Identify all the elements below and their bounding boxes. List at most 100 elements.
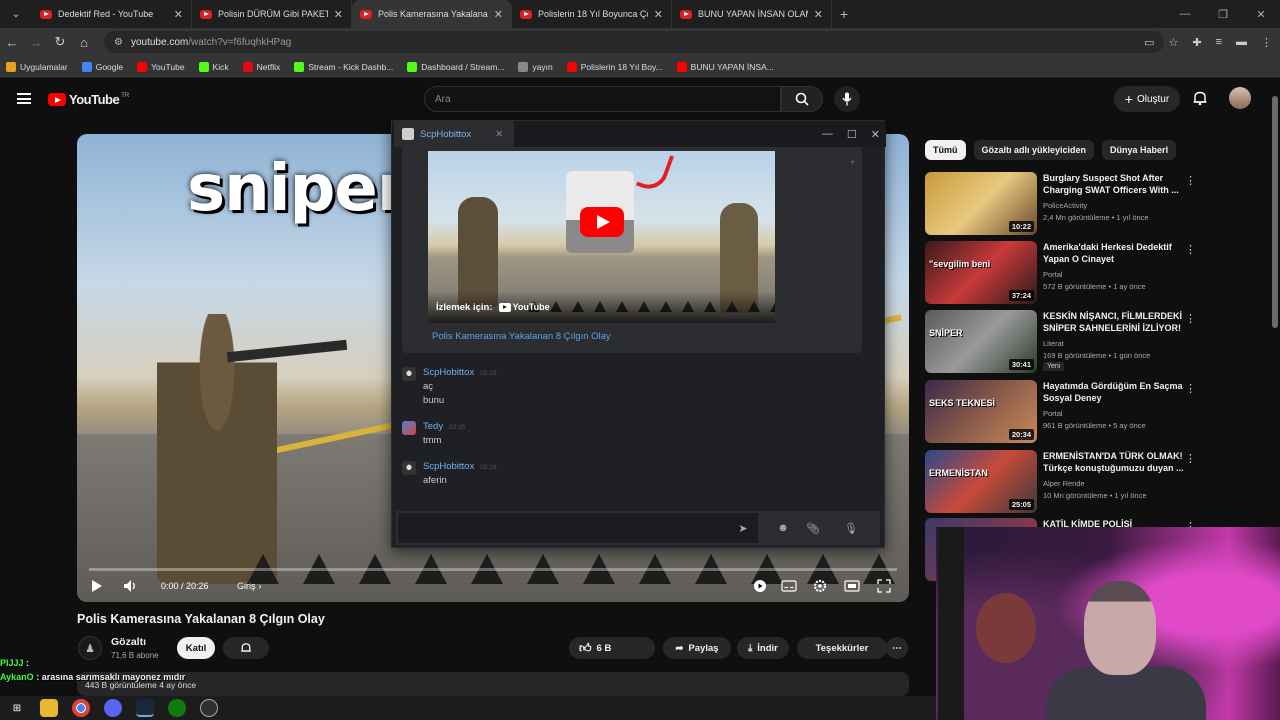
filter-chip[interactable]: Gözaltı adlı yükleyiciden	[973, 140, 1095, 160]
recommendation-channel[interactable]: PoliceActivity	[1043, 201, 1087, 210]
autoplay-toggle[interactable]	[753, 578, 767, 594]
new-tab-button[interactable]: +	[840, 6, 848, 22]
watch-on-youtube[interactable]: İzlemek için: YouTube	[428, 291, 775, 323]
browser-tab[interactable]: Polis Kamerasına Yakalanan 8 Ç ✕	[352, 0, 512, 28]
restore-icon[interactable]: ❐	[1204, 8, 1242, 21]
more-actions-button[interactable]: ⋯	[886, 637, 908, 659]
recommendation-channel[interactable]: Alper Rende	[1043, 479, 1085, 488]
message-author[interactable]: ScpHobittox 02:15	[423, 367, 497, 378]
tab-close-icon[interactable]: ✕	[814, 8, 823, 21]
account-avatar[interactable]	[1229, 87, 1251, 109]
video-progress-bar[interactable]	[89, 568, 897, 571]
home-icon[interactable]: ⌂	[72, 35, 96, 50]
bookmark-item[interactable]: Netflix	[242, 61, 280, 72]
channel-avatar[interactable]: ♟	[78, 636, 102, 660]
recommendation-channel[interactable]: Portal	[1043, 409, 1063, 418]
bookmark-item[interactable]: Stream - Kick Dashb...	[294, 61, 393, 72]
recommendation-title[interactable]: ERMENİSTAN'DA TÜRK OLMAK! Türkçe konuştu…	[1043, 450, 1185, 474]
recommendation-channel[interactable]: Portal	[1043, 270, 1063, 279]
recommendation-thumbnail[interactable]: 10:22	[925, 172, 1037, 235]
recommendation-item[interactable]: SEKS TEKNESİ 20:34 Hayatımda Gördüğüm En S…	[925, 380, 1270, 444]
chrome-icon[interactable]	[72, 699, 90, 717]
message-input[interactable]	[398, 513, 758, 543]
recommendation-channel[interactable]: Literat	[1043, 339, 1064, 348]
create-button[interactable]: + Oluştur	[1114, 86, 1180, 112]
minimize-icon[interactable]: —	[1166, 8, 1204, 20]
user-avatar[interactable]	[402, 367, 416, 381]
more-vertical-icon[interactable]: ⋮	[1185, 452, 1196, 465]
thanks-button[interactable]: Teşekkürler	[797, 637, 887, 659]
filter-chip[interactable]: Dünya Haberl	[1102, 140, 1177, 160]
recommendation-title[interactable]: Burglary Suspect Shot After Charging SWA…	[1043, 172, 1185, 196]
send-icon[interactable]: ➤	[734, 519, 752, 537]
tab-close-icon[interactable]: ✕	[654, 8, 663, 21]
share-button[interactable]: ➦ Paylaş	[663, 637, 731, 659]
tab-close-icon[interactable]: ✕	[494, 8, 503, 21]
site-info-icon[interactable]: ⚙	[114, 37, 123, 48]
bookmark-item[interactable]: yayın	[518, 61, 553, 72]
back-icon[interactable]: ←	[0, 35, 24, 50]
search-input[interactable]: Ara	[424, 86, 781, 112]
obs-icon[interactable]	[200, 699, 218, 717]
popup-tab[interactable]: ScpHobittox ✕	[394, 121, 514, 147]
close-icon[interactable]: ✕	[871, 128, 880, 141]
voice-search-button[interactable]	[834, 86, 860, 112]
minimize-icon[interactable]: —	[822, 128, 833, 140]
browser-tab[interactable]: Polislerin 18 Yıl Boyunca Çözem ✕	[512, 0, 672, 28]
settings-button[interactable]	[813, 578, 827, 594]
file-explorer-icon[interactable]	[40, 699, 58, 717]
extensions-icon[interactable]: ✚	[1192, 36, 1201, 49]
page-scrollbar[interactable]	[1272, 96, 1278, 328]
notifications-button[interactable]	[1192, 90, 1210, 108]
user-avatar[interactable]	[402, 461, 416, 475]
xbox-icon[interactable]	[168, 699, 186, 717]
reload-icon[interactable]: ↻	[48, 34, 72, 50]
subscribe-notify-button[interactable]	[223, 637, 269, 659]
more-vertical-icon[interactable]: ⋮	[1185, 382, 1196, 395]
recommendation-thumbnail[interactable]: SNİPER 30:41	[925, 310, 1037, 373]
attach-icon[interactable]: 📎︎	[804, 519, 822, 537]
address-bar[interactable]: ⚙ youtube.com/watch?v=f6fuqhkHPag	[104, 31, 1164, 53]
join-button[interactable]: Katıl	[177, 637, 215, 659]
tab-close-icon[interactable]: ✕	[174, 8, 183, 21]
tab-close-icon[interactable]: ✕	[334, 8, 343, 21]
more-vertical-icon[interactable]: ⋮	[1185, 312, 1196, 325]
recommendation-item[interactable]: "sevgilim beni 37:24 Amerika'daki Herkesi …	[925, 241, 1270, 305]
more-vertical-icon[interactable]: ⋮	[1185, 243, 1196, 256]
bookmark-item[interactable]: BUNU YAPAN İNSA...	[676, 61, 774, 72]
recommendation-item[interactable]: ERMENİSTAN 25:05 ERMENİSTAN'DA TÜRK OLMAK!…	[925, 450, 1270, 514]
voice-message-icon[interactable]: 🎙︎	[842, 519, 860, 537]
steam-icon[interactable]	[136, 699, 154, 717]
bookmark-item[interactable]: Google	[81, 61, 123, 72]
maximize-icon[interactable]: ☐	[847, 128, 857, 141]
recommendation-thumbnail[interactable]: "sevgilim beni 37:24	[925, 241, 1037, 304]
volume-button[interactable]	[123, 578, 139, 594]
chapter-button[interactable]: Giriş ›	[237, 578, 262, 594]
embed-link[interactable]: Polis Kamerasına Yakalanan 8 Çılgın Olay	[432, 331, 611, 342]
play-button[interactable]	[91, 578, 103, 594]
bookmark-item[interactable]: Polislerin 18 Yıl Boy...	[566, 61, 663, 72]
fullscreen-button[interactable]	[877, 578, 891, 594]
download-button[interactable]: ⤓ İndir	[737, 637, 789, 659]
recommendation-title[interactable]: Hayatımda Gördüğüm En Saçma Sosyal Deney	[1043, 380, 1185, 404]
reading-list-icon[interactable]: ≡	[1216, 36, 1222, 48]
recommendation-thumbnail[interactable]: ERMENİSTAN 25:05	[925, 450, 1037, 513]
browser-tab[interactable]: Dedektif Red - YouTube ✕	[32, 0, 192, 28]
more-vertical-icon[interactable]: ⋮	[1185, 174, 1196, 187]
recommendation-title[interactable]: KESKİN NİŞANCI, FİLMLERDEKİ SNİPER SAHNE…	[1043, 310, 1185, 334]
discord-icon[interactable]	[104, 699, 122, 717]
recommendation-item[interactable]: SNİPER 30:41 KESKİN NİŞANCI, FİLMLERDEKİ S…	[925, 310, 1270, 374]
channel-name[interactable]: Gözaltı	[111, 636, 146, 648]
browser-tab[interactable]: Polisin DÜRÜM Gibi PAKETLEDİ ✕	[192, 0, 352, 28]
bookmark-item[interactable]: Kick	[198, 61, 229, 72]
browser-tab[interactable]: BUNU YAPAN İNSAN OLAMAZ! ✕	[672, 0, 832, 28]
recommendation-item[interactable]: 10:22 Burglary Suspect Shot After Chargin…	[925, 172, 1270, 236]
theater-mode-button[interactable]	[844, 578, 860, 594]
menu-icon[interactable]: ⋮	[1261, 36, 1272, 49]
message-author[interactable]: Tedy 02:15	[423, 421, 465, 432]
add-reaction-icon[interactable]: +	[850, 157, 855, 167]
profile-icon[interactable]: ▬	[1236, 36, 1247, 48]
subtitles-button[interactable]	[781, 578, 797, 594]
bookmark-star-icon[interactable]: ☆	[1168, 36, 1178, 49]
cast-icon[interactable]: ▭	[1144, 36, 1154, 49]
